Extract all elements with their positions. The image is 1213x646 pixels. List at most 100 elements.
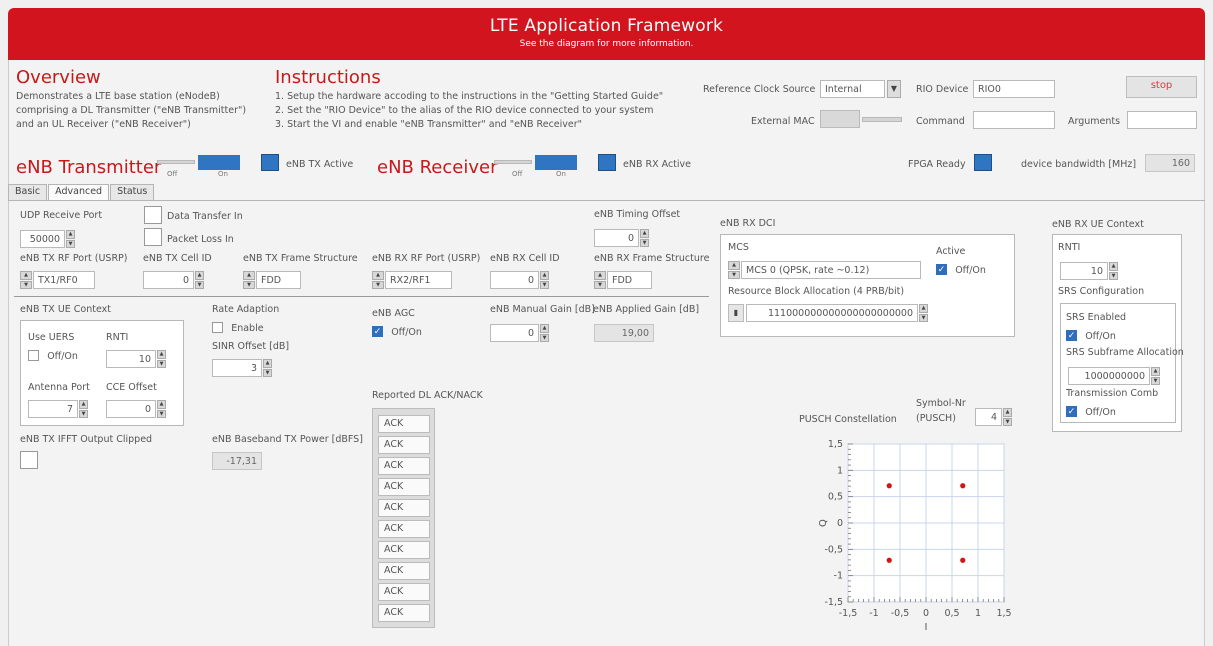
increment-arrow-icon[interactable]: ▲ (243, 271, 255, 280)
increment-arrow-icon[interactable]: ▲ (540, 324, 549, 333)
sinr-offset-spinner[interactable]: ▲ ▼ (263, 359, 272, 377)
stop-button[interactable]: stop (1126, 76, 1197, 98)
antenna-port-spinner[interactable]: ▲ ▼ (79, 400, 88, 418)
cce-offset-input[interactable]: 0 (106, 400, 156, 418)
increment-arrow-icon[interactable]: ▲ (1109, 262, 1118, 271)
increment-arrow-icon[interactable]: ▲ (1003, 408, 1012, 417)
receiver-toggle[interactable] (494, 154, 577, 170)
timing-offset-spinner[interactable]: ▲ ▼ (640, 229, 649, 247)
decrement-arrow-icon[interactable]: ▼ (20, 280, 32, 289)
srs-subframe-spinner[interactable]: ▲ ▼ (1151, 367, 1160, 385)
agc-checkbox[interactable]: ✓ Off/On (372, 326, 422, 338)
decrement-arrow-icon[interactable]: ▼ (372, 280, 384, 289)
increment-arrow-icon[interactable]: ▲ (728, 261, 740, 270)
decrement-arrow-icon[interactable]: ▼ (263, 368, 272, 377)
increment-arrow-icon[interactable]: ▲ (372, 271, 384, 280)
decrement-arrow-icon[interactable]: ▼ (728, 270, 740, 279)
decrement-arrow-icon[interactable]: ▼ (1151, 376, 1160, 385)
rio-device-input[interactable]: RIO0 (973, 80, 1055, 98)
arguments-input[interactable] (1127, 111, 1197, 129)
decrement-arrow-icon[interactable]: ▼ (195, 280, 204, 289)
rate-enable-checkbox[interactable]: Enable (212, 322, 264, 334)
rx-cell-id-spinner[interactable]: ▲ ▼ (540, 271, 549, 289)
decrement-arrow-icon[interactable]: ▼ (243, 280, 255, 289)
checkmark-icon[interactable]: ✓ (1066, 330, 1077, 341)
tx-rf-port-enum-arrows[interactable]: ▲ ▼ (20, 271, 32, 289)
dci-active-checkbox[interactable]: ✓ Off/On (936, 264, 986, 276)
decrement-arrow-icon[interactable]: ▼ (1109, 271, 1118, 280)
symbol-nr-spinner[interactable]: ▲ ▼ (1003, 408, 1012, 426)
increment-arrow-icon[interactable]: ▲ (66, 230, 75, 239)
increment-arrow-icon[interactable]: ▲ (195, 271, 204, 280)
decrement-arrow-icon[interactable]: ▼ (1003, 417, 1012, 426)
rx-cell-id-input[interactable]: 0 (490, 271, 539, 289)
udp-port-input[interactable]: 50000 (20, 230, 65, 248)
timing-offset-input[interactable]: 0 (594, 229, 639, 247)
command-label: Command (916, 116, 965, 127)
transmission-comb-checkbox[interactable]: ✓ Off/On (1066, 406, 1116, 418)
tx-rnti-spinner[interactable]: ▲ ▼ (157, 350, 166, 368)
rx-frame-enum-arrows[interactable]: ▲ ▼ (594, 271, 606, 289)
tx-cell-id-spinner[interactable]: ▲ ▼ (195, 271, 204, 289)
dropdown-arrow-icon[interactable]: ▼ (887, 80, 901, 98)
format-icon[interactable]: ▮ (728, 304, 744, 322)
increment-arrow-icon[interactable]: ▲ (157, 350, 166, 359)
mcs-select[interactable]: MCS 0 (QPSK, rate ~0.12) (741, 261, 921, 279)
srs-enabled-checkbox[interactable]: ✓ Off/On (1066, 330, 1116, 342)
checkbox-box[interactable] (28, 350, 39, 361)
tab-advanced[interactable]: Advanced (48, 184, 110, 200)
increment-arrow-icon[interactable]: ▲ (640, 229, 649, 238)
cce-offset-spinner[interactable]: ▲ ▼ (157, 400, 166, 418)
increment-arrow-icon[interactable]: ▲ (540, 271, 549, 280)
rx-rnti-spinner[interactable]: ▲ ▼ (1109, 262, 1118, 280)
decrement-arrow-icon[interactable]: ▼ (919, 313, 928, 322)
ref-clock-select[interactable]: Internal (820, 80, 885, 98)
increment-arrow-icon[interactable]: ▲ (79, 400, 88, 409)
increment-arrow-icon[interactable]: ▲ (263, 359, 272, 368)
rb-alloc-spinner[interactable]: ▲ ▼ (919, 304, 928, 322)
tab-basic[interactable]: Basic (8, 184, 48, 200)
tx-frame-enum-arrows[interactable]: ▲ ▼ (243, 271, 255, 289)
checkmark-icon[interactable]: ✓ (372, 326, 383, 337)
decrement-arrow-icon[interactable]: ▼ (540, 280, 549, 289)
command-input[interactable] (973, 111, 1055, 129)
manual-gain-spinner[interactable]: ▲ ▼ (540, 324, 549, 342)
decrement-arrow-icon[interactable]: ▼ (157, 409, 166, 418)
use-uers-checkbox[interactable]: Off/On (28, 350, 78, 362)
srs-subframe-input[interactable]: 1000000000 (1068, 367, 1150, 385)
rx-rf-port-select[interactable]: RX2/RF1 (385, 271, 452, 289)
external-mac-toggle[interactable] (820, 110, 860, 128)
decrement-arrow-icon[interactable]: ▼ (79, 409, 88, 418)
rx-cell-id-label: eNB RX Cell ID (490, 253, 560, 264)
symbol-nr-input[interactable]: 4 (975, 408, 1002, 426)
tx-rf-port-select[interactable]: TX1/RF0 (33, 271, 95, 289)
decrement-arrow-icon[interactable]: ▼ (66, 239, 75, 248)
increment-arrow-icon[interactable]: ▲ (157, 400, 166, 409)
increment-arrow-icon[interactable]: ▲ (1151, 367, 1160, 376)
checkmark-icon[interactable]: ✓ (936, 264, 947, 275)
increment-arrow-icon[interactable]: ▲ (20, 271, 32, 280)
antenna-port-input[interactable]: 7 (28, 400, 78, 418)
decrement-arrow-icon[interactable]: ▼ (640, 238, 649, 247)
rx-rf-port-enum-arrows[interactable]: ▲ ▼ (372, 271, 384, 289)
checkmark-icon[interactable]: ✓ (1066, 406, 1077, 417)
sinr-offset-input[interactable]: 3 (212, 359, 262, 377)
checkbox-box[interactable] (212, 322, 223, 333)
tx-rnti-input[interactable]: 10 (106, 350, 156, 368)
tab-status[interactable]: Status (110, 184, 155, 200)
increment-arrow-icon[interactable]: ▲ (919, 304, 928, 313)
increment-arrow-icon[interactable]: ▲ (594, 271, 606, 280)
manual-gain-input[interactable]: 0 (490, 324, 539, 342)
rb-alloc-input[interactable]: 111000000000000000000000 (746, 304, 918, 322)
udp-port-spinner[interactable]: ▲ ▼ (66, 230, 75, 248)
y-axis-label: Q (818, 519, 829, 527)
rx-frame-select[interactable]: FDD (607, 271, 652, 289)
transmitter-toggle[interactable] (157, 154, 240, 170)
decrement-arrow-icon[interactable]: ▼ (540, 333, 549, 342)
tx-cell-id-input[interactable]: 0 (143, 271, 194, 289)
tx-frame-select[interactable]: FDD (256, 271, 301, 289)
decrement-arrow-icon[interactable]: ▼ (594, 280, 606, 289)
rx-rnti-input[interactable]: 10 (1060, 262, 1108, 280)
mcs-enum-arrows[interactable]: ▲ ▼ (728, 261, 740, 279)
decrement-arrow-icon[interactable]: ▼ (157, 359, 166, 368)
